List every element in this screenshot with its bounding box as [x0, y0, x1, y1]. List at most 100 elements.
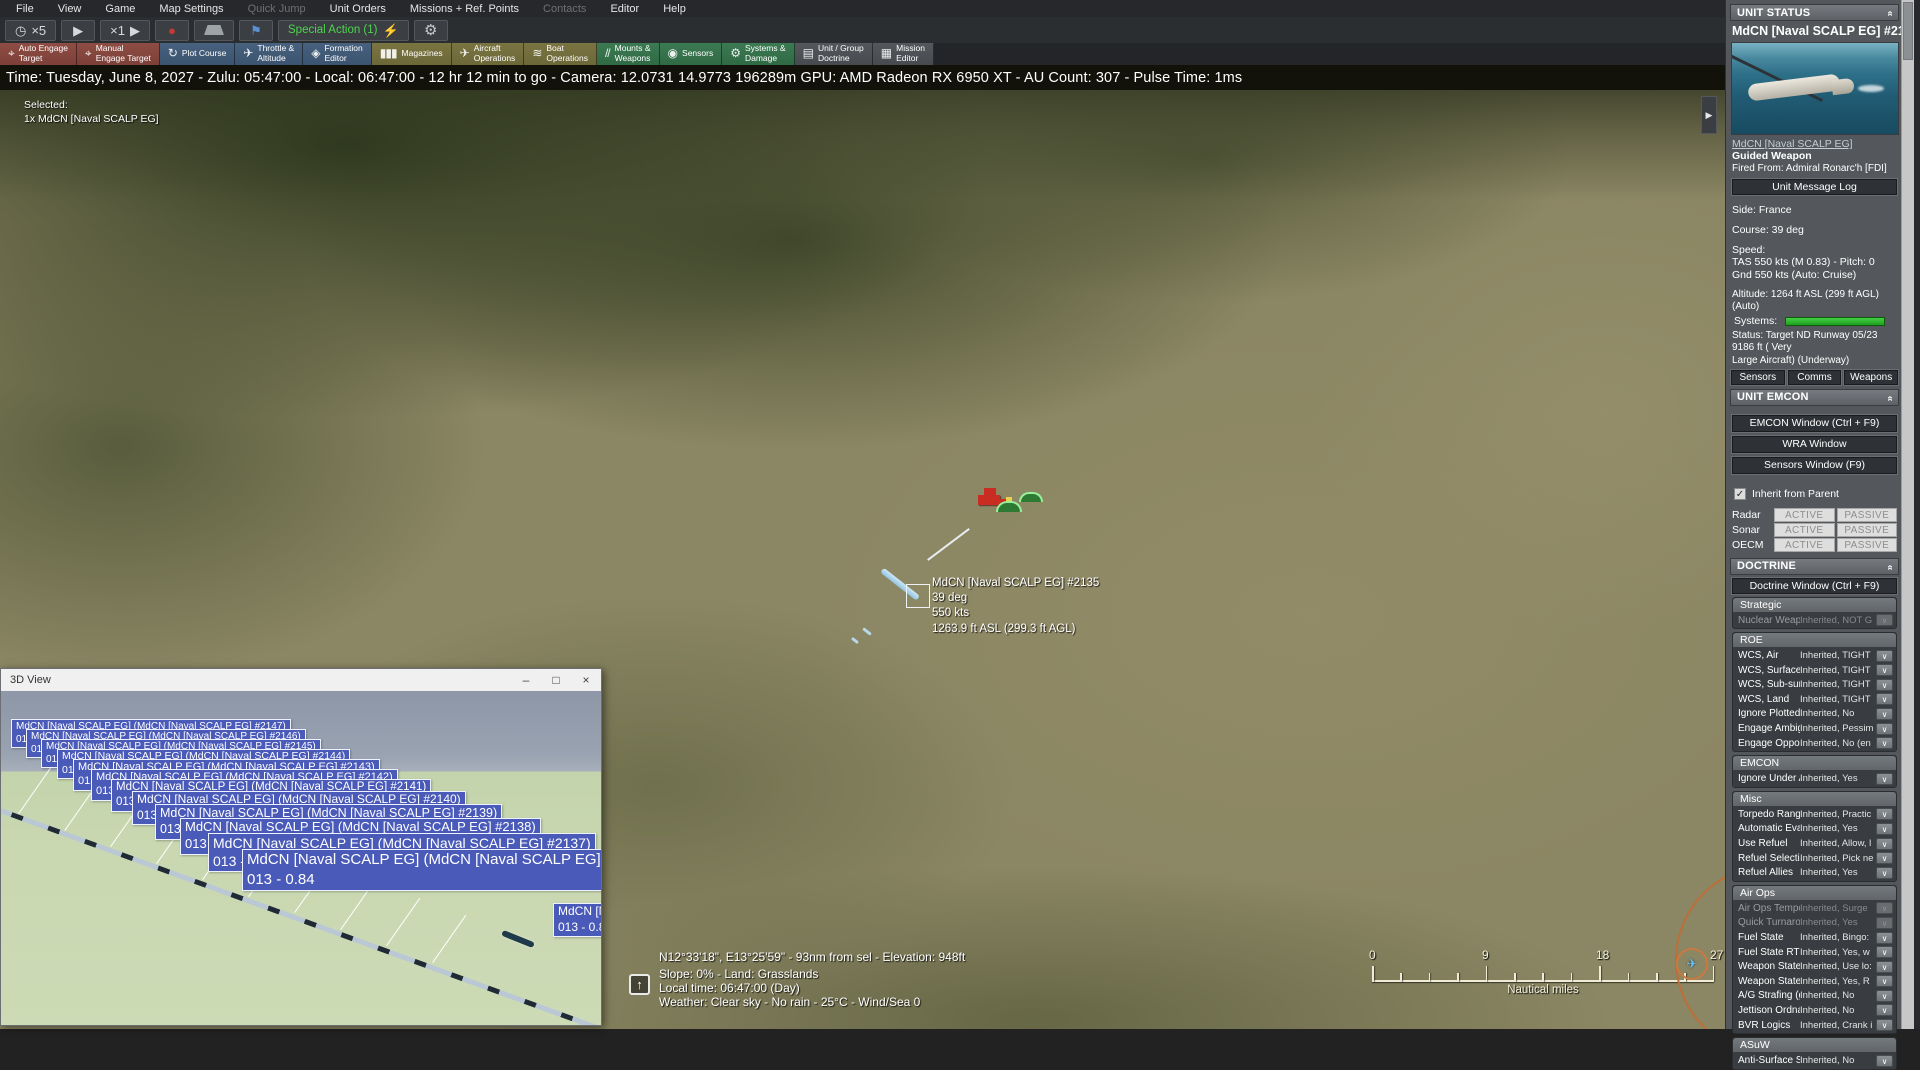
- engage-crosshair-icon: ⌖: [85, 47, 91, 61]
- cursor-terrain: Slope: 0% - Land: Grasslands: [659, 967, 965, 981]
- inherit-from-parent-checkbox[interactable]: ✓: [1734, 488, 1746, 500]
- north-up-icon[interactable]: ↑: [629, 974, 650, 995]
- ribbon-button-manual-engage-target[interactable]: ⌖ManualEngage Target: [77, 43, 160, 65]
- scrollbar-thumb[interactable]: [1903, 2, 1913, 60]
- radar-passive-button[interactable]: PASSIVE: [1837, 508, 1898, 522]
- settings-button[interactable]: ⚙: [414, 20, 448, 41]
- 3d-unit-label-name: MdCN [Naval SCALP EG] (MdCN [Naval SCALP…: [247, 850, 601, 870]
- dropdown-chevron-icon[interactable]: ∨: [1876, 737, 1893, 749]
- doctrine-header[interactable]: DOCTRINE «: [1730, 558, 1899, 575]
- dropdown-chevron-icon[interactable]: ∨: [1876, 708, 1893, 720]
- unit-message-log-button[interactable]: Unit Message Log: [1732, 179, 1897, 195]
- dropdown-chevron-icon[interactable]: ∨: [1876, 823, 1893, 835]
- dropdown-chevron-icon[interactable]: ∨: [1876, 838, 1893, 850]
- dropdown-chevron-icon[interactable]: ∨: [1876, 990, 1893, 1002]
- ribbon-button-mission-editor[interactable]: ▦MissionEditor: [873, 43, 934, 65]
- friendly-facility-dome-icon[interactable]: [996, 501, 1022, 512]
- dropdown-chevron-icon[interactable]: ∨: [1876, 773, 1893, 785]
- ribbon-button-auto-engage-target[interactable]: ⌖Auto EngageTarget: [0, 43, 77, 65]
- menu-item-unit-orders[interactable]: Unit Orders: [318, 3, 398, 15]
- label-leader-line: [18, 766, 52, 814]
- ribbon-button-magazines[interactable]: ▮▮▮Magazines: [372, 43, 452, 65]
- menu-item-help[interactable]: Help: [651, 3, 698, 15]
- dropdown-chevron-icon[interactable]: ∨: [1876, 961, 1893, 973]
- dropdown-chevron-icon[interactable]: ∨: [1876, 808, 1893, 820]
- ribbon-button-unit-group-doctrine[interactable]: ▤Unit / GroupDoctrine: [795, 43, 873, 65]
- unit-photo: [1731, 42, 1899, 135]
- menu-item-view[interactable]: View: [46, 3, 94, 15]
- dropdown-chevron-icon[interactable]: ∨: [1876, 975, 1893, 987]
- emcon-window-ctrl-f9-button[interactable]: EMCON Window (Ctrl + F9): [1732, 415, 1897, 432]
- radar-active-button[interactable]: ACTIVE: [1774, 508, 1835, 522]
- doctrine-row-value: Inherited, Pessim: [1800, 723, 1876, 734]
- sensors-window-f9-button[interactable]: Sensors Window (F9): [1732, 457, 1897, 474]
- unit-course: 39 deg: [932, 591, 1099, 606]
- 3d-unit-label[interactable]: MdCN [Naval SCALP EG] (MdCN [Naval SCALP…: [553, 903, 601, 937]
- ribbon-button-throttle-altitude[interactable]: ✈Throttle &Altitude: [235, 43, 303, 65]
- menu-item-game[interactable]: Game: [93, 3, 147, 15]
- ribbon-button-plot-course[interactable]: ↻Plot Course: [160, 43, 235, 65]
- dropdown-chevron-icon[interactable]: ∨: [1876, 664, 1893, 676]
- ribbon-button-boat-operations[interactable]: ≋BoatOperations: [524, 43, 597, 65]
- ribbon-button-systems-damage[interactable]: ⚙Systems &Damage: [722, 43, 794, 65]
- doctrine-row-ignore-plotted-course: Ignore Plotted CourseInherited, No∨: [1733, 707, 1896, 722]
- special-action-button[interactable]: Special Action (1) ⚡: [278, 20, 409, 41]
- menu-item-contacts[interactable]: Contacts: [531, 3, 598, 15]
- step-button[interactable]: ×1 ▶: [100, 20, 150, 41]
- friendly-facility-dome-icon[interactable]: [1019, 492, 1043, 502]
- menu-item-missions-ref-points[interactable]: Missions + Ref. Points: [398, 3, 531, 15]
- wra-window-button[interactable]: WRA Window: [1732, 436, 1897, 453]
- tab-comms[interactable]: Comms: [1788, 370, 1842, 385]
- time-controls-toolbar: ◷ ×5 ▶ ×1 ▶ ● ⚑ Special Action (1) ⚡ ⚙: [0, 17, 1725, 43]
- dropdown-chevron-icon[interactable]: ∨: [1876, 1055, 1893, 1067]
- ribbon-button-formation-editor[interactable]: ◈FormationEditor: [303, 43, 372, 65]
- dropdown-chevron-icon[interactable]: ∨: [1876, 693, 1893, 705]
- unit-status-header[interactable]: UNIT STATUS «: [1730, 4, 1899, 21]
- doctrine-row-label: Fuel State: [1738, 932, 1800, 943]
- menu-item-editor[interactable]: Editor: [598, 3, 651, 15]
- menu-item-file[interactable]: File: [4, 3, 46, 15]
- mounts-weapons-icon: //: [605, 47, 610, 61]
- menu-item-map-settings[interactable]: Map Settings: [147, 3, 235, 15]
- dropdown-chevron-icon[interactable]: ∨: [1876, 650, 1893, 662]
- bookmark-button[interactable]: ⚑: [239, 20, 273, 41]
- 3d-view-canvas[interactable]: MdCN [Naval SCALP EG] (MdCN [Naval SCALP…: [1, 691, 601, 1025]
- airbase-unit-icon[interactable]: ✈: [1676, 948, 1708, 980]
- oecm-active-button[interactable]: ACTIVE: [1774, 538, 1835, 552]
- close-button[interactable]: ×: [571, 669, 601, 691]
- menu-item-quick-jump[interactable]: Quick Jump: [236, 3, 318, 15]
- tab-sensors[interactable]: Sensors: [1731, 370, 1785, 385]
- doctrine-row-label: WCS, Sub-surface: [1738, 679, 1800, 690]
- minimize-button[interactable]: –: [511, 669, 541, 691]
- sidebar-scrollbar[interactable]: [1901, 0, 1914, 1029]
- dropdown-chevron-icon[interactable]: ∨: [1876, 867, 1893, 879]
- unit-database-link[interactable]: MdCN [Naval SCALP EG]: [1732, 138, 1897, 150]
- screenshot-button[interactable]: [194, 20, 234, 41]
- dropdown-chevron-icon[interactable]: ∨: [1876, 723, 1893, 735]
- record-button[interactable]: ●: [155, 20, 189, 41]
- maximize-button[interactable]: □: [541, 669, 571, 691]
- sonar-passive-button[interactable]: PASSIVE: [1837, 523, 1898, 537]
- play-button[interactable]: ▶: [61, 20, 95, 41]
- unit-emcon-header[interactable]: UNIT EMCON «: [1730, 389, 1899, 406]
- 3d-view-titlebar[interactable]: 3D View – □ ×: [1, 669, 601, 691]
- sonar-active-button[interactable]: ACTIVE: [1774, 523, 1835, 537]
- dropdown-chevron-icon[interactable]: ∨: [1876, 932, 1893, 944]
- unit-selection-box[interactable]: [906, 584, 930, 608]
- sidebar-expand-button[interactable]: ▶: [1701, 96, 1717, 134]
- 3d-unit-label[interactable]: MdCN [Naval SCALP EG] (MdCN [Naval SCALP…: [242, 849, 601, 891]
- time-compression-button[interactable]: ◷ ×5: [5, 20, 56, 41]
- ribbon-button-mounts-weapons[interactable]: //Mounts &Weapons: [597, 43, 660, 65]
- dropdown-chevron-icon[interactable]: ∨: [1876, 679, 1893, 691]
- doctrine-window-button[interactable]: Doctrine Window (Ctrl + F9): [1732, 578, 1897, 594]
- dropdown-chevron-icon[interactable]: ∨: [1876, 1019, 1893, 1031]
- dropdown-chevron-icon[interactable]: ∨: [1876, 1004, 1893, 1016]
- label-leader-line: [432, 914, 466, 962]
- selected-label: Selected:: [24, 98, 159, 112]
- oecm-passive-button[interactable]: PASSIVE: [1837, 538, 1898, 552]
- ribbon-button-aircraft-operations[interactable]: ✈AircraftOperations: [452, 43, 525, 65]
- dropdown-chevron-icon[interactable]: ∨: [1876, 946, 1893, 958]
- ribbon-button-sensors[interactable]: ◉Sensors: [660, 43, 723, 65]
- tab-weapons[interactable]: Weapons: [1844, 370, 1898, 385]
- dropdown-chevron-icon[interactable]: ∨: [1876, 852, 1893, 864]
